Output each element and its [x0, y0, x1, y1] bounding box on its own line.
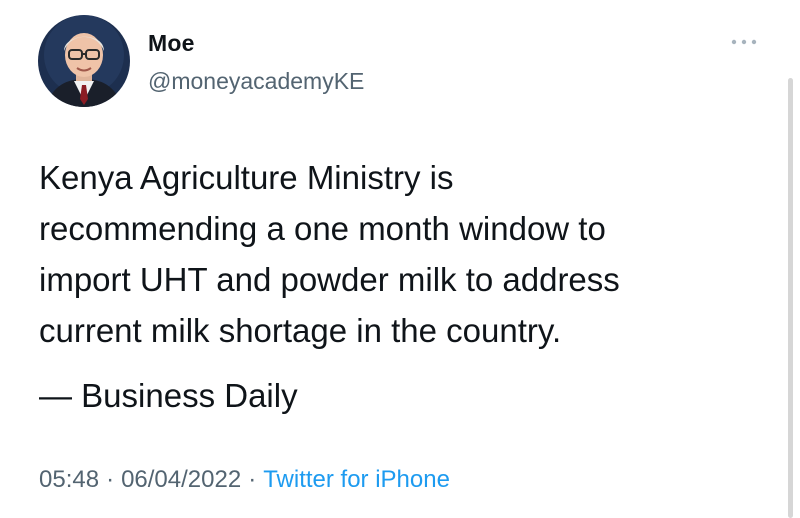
user-handle[interactable]: @moneyacademyKE [148, 68, 364, 95]
meta-separator: · [106, 466, 115, 493]
more-options-button[interactable] [726, 30, 762, 54]
tweet-card: Moe @moneyacademyKE Kenya Agriculture Mi… [0, 0, 800, 518]
portrait-photo [38, 15, 130, 107]
tweet-metadata: 05:48 · 06/04/2022 · Twitter for iPhone [39, 466, 450, 494]
tweet-source-attribution: — Business Daily [39, 377, 298, 414]
tweet-date[interactable]: 06/04/2022 [121, 466, 241, 493]
meta-separator: · [248, 466, 257, 493]
more-dots-icon [731, 39, 757, 45]
tweet-text: Kenya Agriculture Ministry is recommendi… [39, 152, 759, 356]
tweet-text-line: recommending a one month window to [39, 210, 606, 247]
tweet-client-link[interactable]: Twitter for iPhone [263, 466, 450, 493]
tweet-text-line: import UHT and powder milk to address [39, 261, 620, 298]
display-name[interactable]: Moe [148, 30, 195, 57]
tweet-text-line: current milk shortage in the country. [39, 312, 562, 349]
tweet-text-line: Kenya Agriculture Ministry is [39, 159, 454, 196]
scrollbar[interactable] [788, 78, 793, 518]
avatar[interactable] [38, 15, 130, 107]
tweet-time[interactable]: 05:48 [39, 466, 99, 493]
